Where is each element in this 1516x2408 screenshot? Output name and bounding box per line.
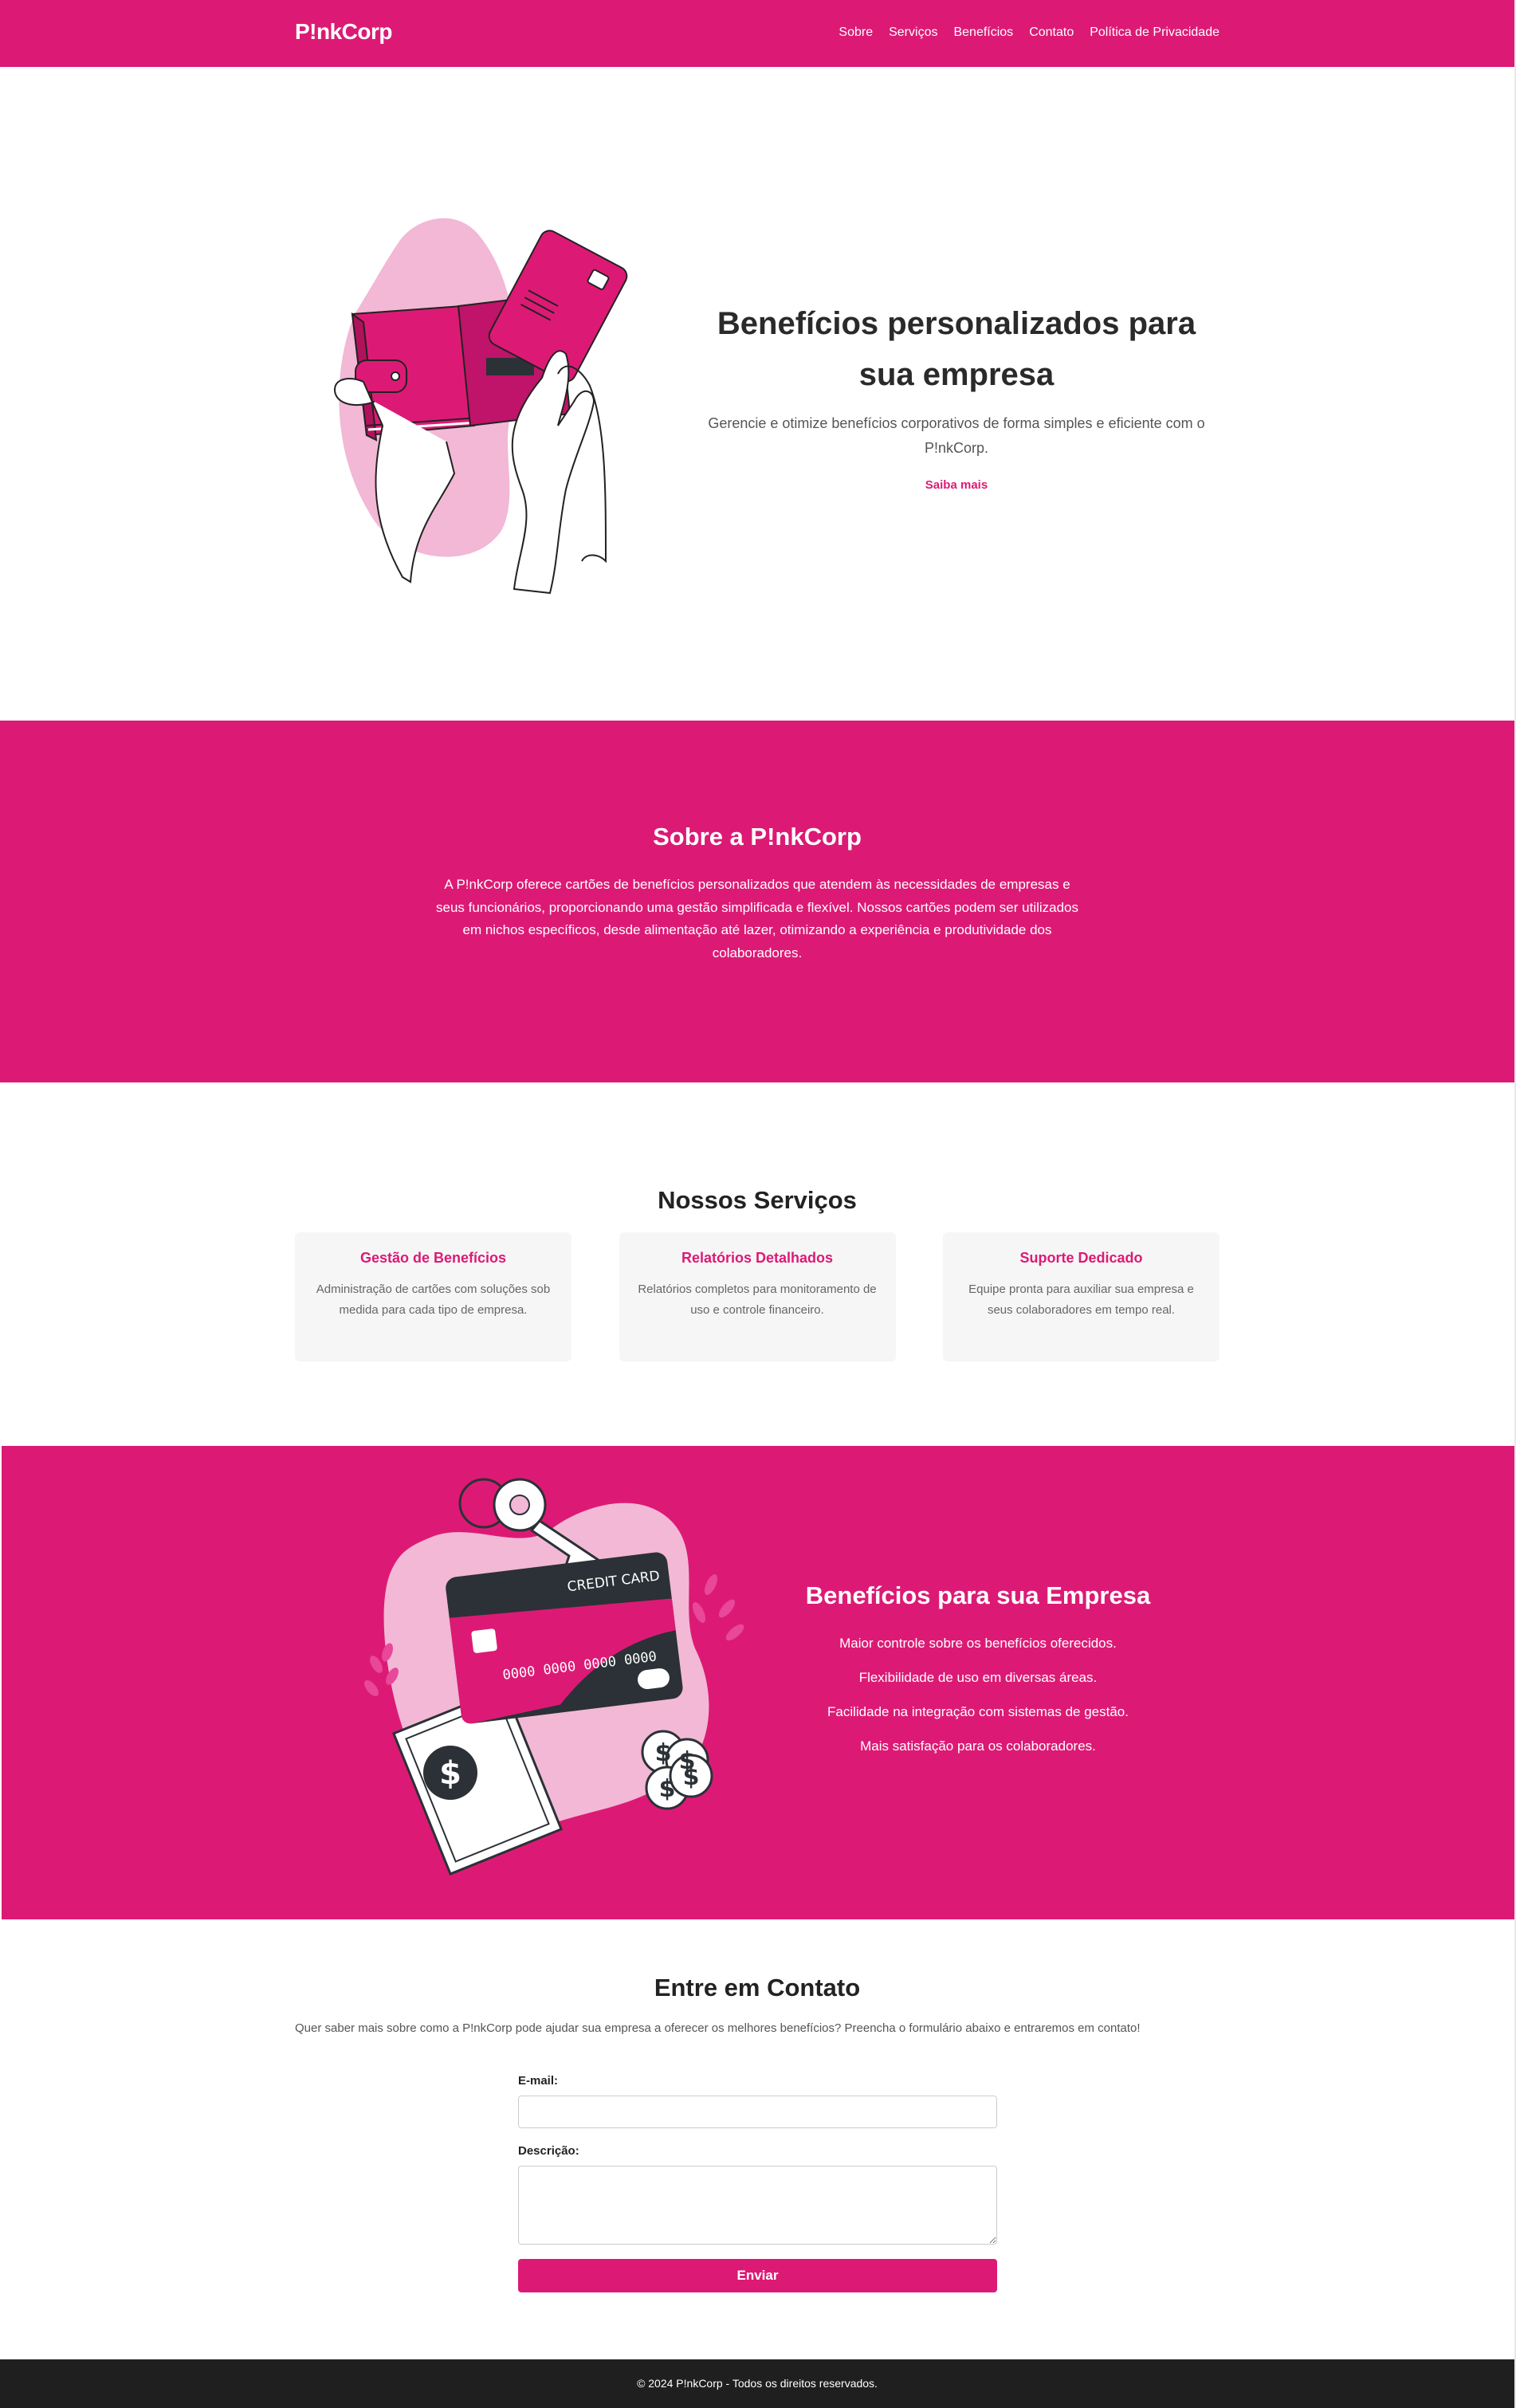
- service-cards: Gestão de Benefícios Administração de ca…: [295, 1232, 1219, 1361]
- benefit-item: Maior controle sobre os benefícios ofere…: [839, 1636, 1117, 1651]
- hero-text-block: Benefícios personalizados para sua empre…: [693, 298, 1219, 493]
- contact-form: E-mail: Descrição: Enviar: [518, 2074, 997, 2292]
- footer-copyright: © 2024 P!nkCorp - Todos os direitos rese…: [637, 2377, 878, 2390]
- service-card-title: Gestão de Benefícios: [359, 1250, 507, 1266]
- benefits-section: $ CREDIT CARD 0000 0000 0000 0000 $ $ $ …: [2, 1446, 1514, 1919]
- service-card-text: Equipe pronta para auxiliar sua empresa …: [968, 1283, 1194, 1317]
- benefit-item: Flexibilidade de uso em diversas áreas.: [858, 1670, 1098, 1685]
- services-title: Nossos Serviços: [658, 1186, 857, 1214]
- svg-text:$: $: [659, 1775, 676, 1803]
- service-card: Gestão de Benefícios Administração de ca…: [295, 1232, 571, 1361]
- services-section: Nossos Serviços Gestão de Benefícios Adm…: [0, 1082, 1514, 1446]
- credit-card-money-illustration: $ CREDIT CARD 0000 0000 0000 0000 $ $ $ …: [364, 1478, 744, 1876]
- description-label: Descrição:: [518, 2144, 579, 2158]
- contact-section: Entre em Contato Quer saber mais sobre c…: [0, 1919, 1514, 2359]
- main-nav: Sobre Serviços Benefícios Contato Políti…: [839, 26, 1219, 40]
- logo[interactable]: P!nkCorp: [295, 19, 393, 45]
- submit-button[interactable]: Enviar: [518, 2259, 997, 2292]
- saiba-mais-link[interactable]: Saiba mais: [925, 478, 988, 492]
- service-card-text: Relatórios completos para monitoramento …: [638, 1283, 877, 1317]
- hero-subtitle: Gerencie e otimize benefícios corporativ…: [708, 415, 1205, 456]
- email-label: E-mail:: [518, 2074, 559, 2088]
- about-title: Sobre a P!nkCorp: [653, 823, 862, 850]
- about-section: Sobre a P!nkCorp A P!nkCorp oferece cart…: [0, 721, 1514, 1082]
- service-card-text: Administração de cartões com soluções so…: [316, 1283, 551, 1317]
- site-header: P!nkCorp Sobre Serviços Benefícios Conta…: [0, 0, 1514, 67]
- nav-link-servicos[interactable]: Serviços: [889, 26, 937, 40]
- hero-title: Benefícios personalizados para sua empre…: [717, 306, 1196, 392]
- svg-text:$: $: [655, 1739, 672, 1767]
- nav-link-contato[interactable]: Contato: [1029, 26, 1074, 40]
- site-footer: © 2024 P!nkCorp - Todos os direitos rese…: [0, 2359, 1514, 2408]
- benefits-text-block: Benefícios para sua Empresa Maior contro…: [791, 1581, 1165, 1763]
- service-card: Suporte Dedicado Equipe pronta para auxi…: [943, 1232, 1219, 1361]
- email-field[interactable]: [518, 2096, 997, 2128]
- contact-intro: Quer saber mais sobre como a P!nkCorp po…: [295, 2021, 1141, 2035]
- service-card: Relatórios Detalhados Relatórios complet…: [619, 1232, 896, 1361]
- benefit-item: Facilidade na integração com sistemas de…: [827, 1704, 1129, 1719]
- hero-section: Benefícios personalizados para sua empre…: [0, 67, 1514, 721]
- service-card-title: Suporte Dedicado: [1019, 1250, 1143, 1266]
- svg-text:$: $: [683, 1763, 700, 1791]
- benefit-item: Mais satisfação para os colaboradores.: [860, 1738, 1096, 1754]
- service-card-title: Relatórios Detalhados: [681, 1250, 834, 1266]
- about-text: A P!nkCorp oferece cartões de benefícios…: [435, 877, 1079, 960]
- wallet-hands-illustration: [333, 218, 628, 595]
- benefits-list: Maior controle sobre os benefícios ofere…: [791, 1626, 1165, 1763]
- contact-title: Entre em Contato: [654, 1974, 861, 2001]
- nav-link-beneficios[interactable]: Benefícios: [953, 26, 1013, 40]
- dollar-sign-text: $: [439, 1755, 461, 1792]
- nav-link-sobre[interactable]: Sobre: [839, 26, 873, 40]
- description-field[interactable]: [518, 2166, 997, 2245]
- benefits-title: Benefícios para sua Empresa: [805, 1581, 1151, 1609]
- nav-link-privacidade[interactable]: Política de Privacidade: [1090, 26, 1219, 40]
